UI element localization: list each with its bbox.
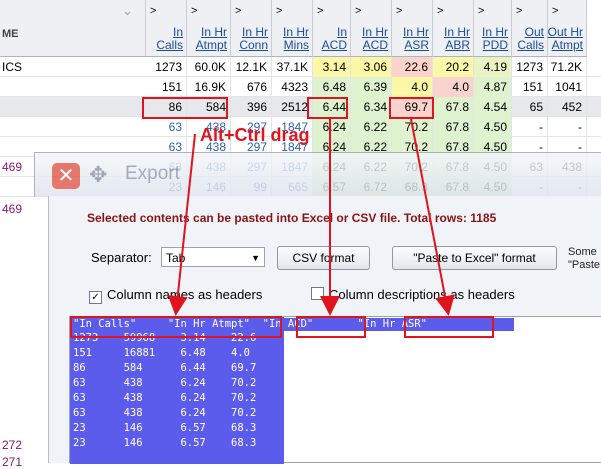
annotation-label: Alt+Ctrl drag — [200, 125, 310, 145]
annotation-arrows — [167, 118, 455, 316]
